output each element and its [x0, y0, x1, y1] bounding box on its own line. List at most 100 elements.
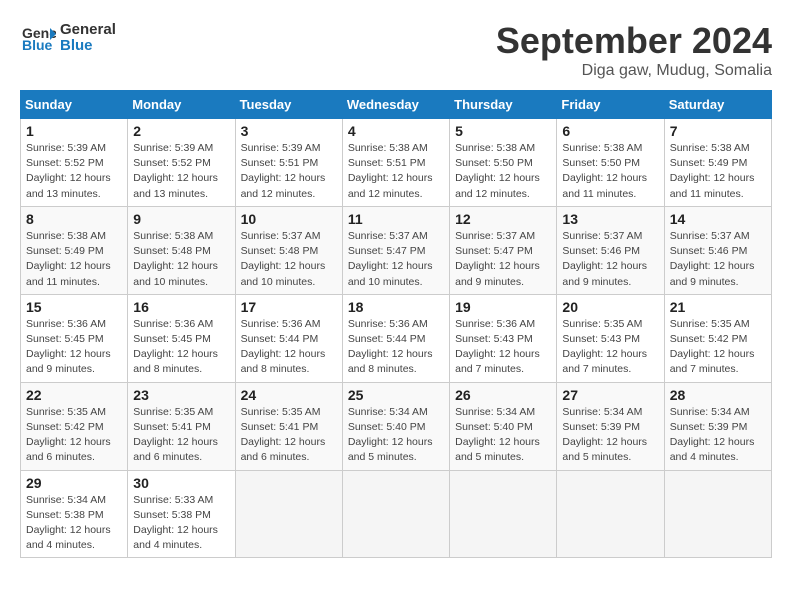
- day-cell: 1Sunrise: 5:39 AMSunset: 5:52 PMDaylight…: [21, 119, 128, 207]
- day-number: 21: [670, 299, 766, 315]
- day-cell: 30Sunrise: 5:33 AMSunset: 5:38 PMDayligh…: [128, 470, 235, 558]
- day-info: Sunrise: 5:37 AMSunset: 5:48 PMDaylight:…: [241, 229, 337, 290]
- day-cell: 19 Sunrise: 5:36 AMSunset: 5:43 PMDayligh…: [450, 294, 557, 382]
- day-number: 29: [26, 475, 122, 491]
- day-number: 18: [348, 299, 444, 315]
- day-cell: 17 Sunrise: 5:36 AMSunset: 5:44 PMDayligh…: [235, 294, 342, 382]
- day-info: Sunrise: 5:36 AMSunset: 5:44 PMDaylight:…: [241, 317, 337, 378]
- day-info: Sunrise: 5:38 AMSunset: 5:49 PMDaylight:…: [26, 229, 122, 290]
- day-number: 11: [348, 211, 444, 227]
- logo-line1: General: [60, 22, 116, 39]
- calendar-subtitle: Diga gaw, Mudug, Somalia: [496, 62, 772, 80]
- column-header-friday: Friday: [557, 91, 664, 119]
- week-row-5: 29Sunrise: 5:34 AMSunset: 5:38 PMDayligh…: [21, 470, 772, 558]
- day-info: Sunrise: 5:35 AMSunset: 5:43 PMDaylight:…: [562, 317, 658, 378]
- day-info: Sunrise: 5:39 AMSunset: 5:51 PMDaylight:…: [241, 141, 337, 202]
- day-info: Sunrise: 5:35 AMSunset: 5:42 PMDaylight:…: [670, 317, 766, 378]
- day-number: 7: [670, 123, 766, 139]
- day-info: Sunrise: 5:38 AMSunset: 5:50 PMDaylight:…: [562, 141, 658, 202]
- day-number: 1: [26, 123, 122, 139]
- column-header-tuesday: Tuesday: [235, 91, 342, 119]
- day-info: Sunrise: 5:35 AMSunset: 5:41 PMDaylight:…: [133, 405, 229, 466]
- day-cell: 11 Sunrise: 5:37 AMSunset: 5:47 PMDayligh…: [342, 206, 449, 294]
- day-cell: 7Sunrise: 5:38 AMSunset: 5:49 PMDaylight…: [664, 119, 771, 207]
- day-number: 2: [133, 123, 229, 139]
- day-cell: [557, 470, 664, 558]
- week-row-2: 8Sunrise: 5:38 AMSunset: 5:49 PMDaylight…: [21, 206, 772, 294]
- day-number: 19: [455, 299, 551, 315]
- day-number: 14: [670, 211, 766, 227]
- column-header-wednesday: Wednesday: [342, 91, 449, 119]
- day-info: Sunrise: 5:34 AMSunset: 5:39 PMDaylight:…: [670, 405, 766, 466]
- day-info: Sunrise: 5:36 AMSunset: 5:45 PMDaylight:…: [26, 317, 122, 378]
- day-cell: [450, 470, 557, 558]
- day-number: 9: [133, 211, 229, 227]
- column-header-saturday: Saturday: [664, 91, 771, 119]
- day-cell: 16Sunrise: 5:36 AMSunset: 5:45 PMDayligh…: [128, 294, 235, 382]
- day-cell: 13 Sunrise: 5:37 AMSunset: 5:46 PMDayligh…: [557, 206, 664, 294]
- day-number: 3: [241, 123, 337, 139]
- day-number: 6: [562, 123, 658, 139]
- day-number: 30: [133, 475, 229, 491]
- day-cell: 20 Sunrise: 5:35 AMSunset: 5:43 PMDayligh…: [557, 294, 664, 382]
- column-header-sunday: Sunday: [21, 91, 128, 119]
- day-info: Sunrise: 5:37 AMSunset: 5:46 PMDaylight:…: [562, 229, 658, 290]
- day-number: 5: [455, 123, 551, 139]
- day-info: Sunrise: 5:36 AMSunset: 5:44 PMDaylight:…: [348, 317, 444, 378]
- day-cell: 4Sunrise: 5:38 AMSunset: 5:51 PMDaylight…: [342, 119, 449, 207]
- day-cell: 14 Sunrise: 5:37 AMSunset: 5:46 PMDayligh…: [664, 206, 771, 294]
- day-cell: 29Sunrise: 5:34 AMSunset: 5:38 PMDayligh…: [21, 470, 128, 558]
- day-number: 16: [133, 299, 229, 315]
- day-info: Sunrise: 5:35 AMSunset: 5:41 PMDaylight:…: [241, 405, 337, 466]
- day-cell: [235, 470, 342, 558]
- logo: General Blue General Blue: [20, 20, 116, 56]
- day-number: 25: [348, 387, 444, 403]
- day-cell: 10 Sunrise: 5:37 AMSunset: 5:48 PMDayligh…: [235, 206, 342, 294]
- day-info: Sunrise: 5:37 AMSunset: 5:47 PMDaylight:…: [455, 229, 551, 290]
- day-number: 12: [455, 211, 551, 227]
- day-cell: [664, 470, 771, 558]
- day-cell: [342, 470, 449, 558]
- day-cell: 9 Sunrise: 5:38 AMSunset: 5:48 PMDaylight…: [128, 206, 235, 294]
- day-cell: 15 Sunrise: 5:36 AMSunset: 5:45 PMDayligh…: [21, 294, 128, 382]
- day-number: 22: [26, 387, 122, 403]
- day-info: Sunrise: 5:38 AMSunset: 5:48 PMDaylight:…: [133, 229, 229, 290]
- day-cell: 6 Sunrise: 5:38 AMSunset: 5:50 PMDaylight…: [557, 119, 664, 207]
- day-number: 20: [562, 299, 658, 315]
- column-header-monday: Monday: [128, 91, 235, 119]
- day-number: 13: [562, 211, 658, 227]
- logo-line2: Blue: [60, 38, 116, 55]
- day-number: 17: [241, 299, 337, 315]
- day-cell: 27 Sunrise: 5:34 AMSunset: 5:39 PMDayligh…: [557, 382, 664, 470]
- day-cell: 25 Sunrise: 5:34 AMSunset: 5:40 PMDayligh…: [342, 382, 449, 470]
- day-number: 24: [241, 387, 337, 403]
- title-area: September 2024 Diga gaw, Mudug, Somalia: [496, 20, 772, 80]
- day-info: Sunrise: 5:36 AMSunset: 5:43 PMDaylight:…: [455, 317, 551, 378]
- day-cell: 23Sunrise: 5:35 AMSunset: 5:41 PMDayligh…: [128, 382, 235, 470]
- day-cell: 18 Sunrise: 5:36 AMSunset: 5:44 PMDayligh…: [342, 294, 449, 382]
- day-number: 26: [455, 387, 551, 403]
- day-number: 10: [241, 211, 337, 227]
- header-row: SundayMondayTuesdayWednesdayThursdayFrid…: [21, 91, 772, 119]
- day-info: Sunrise: 5:34 AMSunset: 5:39 PMDaylight:…: [562, 405, 658, 466]
- day-number: 15: [26, 299, 122, 315]
- day-cell: 8Sunrise: 5:38 AMSunset: 5:49 PMDaylight…: [21, 206, 128, 294]
- day-cell: 26 Sunrise: 5:34 AMSunset: 5:40 PMDayligh…: [450, 382, 557, 470]
- day-info: Sunrise: 5:34 AMSunset: 5:40 PMDaylight:…: [348, 405, 444, 466]
- day-info: Sunrise: 5:37 AMSunset: 5:47 PMDaylight:…: [348, 229, 444, 290]
- day-number: 4: [348, 123, 444, 139]
- logo-icon: General Blue: [20, 20, 56, 56]
- day-info: Sunrise: 5:35 AMSunset: 5:42 PMDaylight:…: [26, 405, 122, 466]
- week-row-1: 1Sunrise: 5:39 AMSunset: 5:52 PMDaylight…: [21, 119, 772, 207]
- day-info: Sunrise: 5:34 AMSunset: 5:40 PMDaylight:…: [455, 405, 551, 466]
- day-number: 28: [670, 387, 766, 403]
- week-row-3: 15 Sunrise: 5:36 AMSunset: 5:45 PMDayligh…: [21, 294, 772, 382]
- day-info: Sunrise: 5:38 AMSunset: 5:50 PMDaylight:…: [455, 141, 551, 202]
- day-number: 27: [562, 387, 658, 403]
- column-header-thursday: Thursday: [450, 91, 557, 119]
- week-row-4: 22 Sunrise: 5:35 AMSunset: 5:42 PMDayligh…: [21, 382, 772, 470]
- day-info: Sunrise: 5:37 AMSunset: 5:46 PMDaylight:…: [670, 229, 766, 290]
- day-cell: 22 Sunrise: 5:35 AMSunset: 5:42 PMDayligh…: [21, 382, 128, 470]
- svg-text:Blue: Blue: [22, 37, 53, 53]
- day-cell: 2Sunrise: 5:39 AMSunset: 5:52 PMDaylight…: [128, 119, 235, 207]
